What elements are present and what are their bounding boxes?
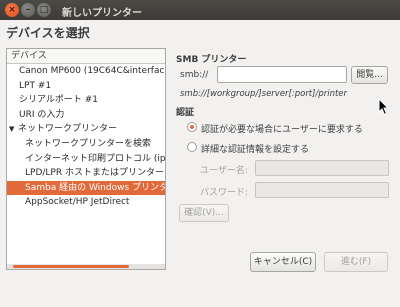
radio-prompt-user-label[interactable]: 認証が必要な場合にユーザーに要求する	[201, 122, 363, 135]
device-list-item-label: Canon MP600 (19C64C&interface	[19, 66, 165, 76]
device-list-item[interactable]: AppSocket/HP JetDirect	[7, 195, 165, 210]
title-bar: × – □ 新しいプリンター	[0, 0, 400, 20]
auth-section-title: 認証	[176, 108, 195, 118]
device-column-header[interactable]: デバイス	[7, 49, 165, 64]
smb-prefix-label: smb://	[180, 70, 209, 80]
smb-address-input[interactable]	[217, 66, 347, 83]
smb-section-title: SMB プリンター	[176, 55, 247, 65]
username-label: ユーザー名:	[200, 166, 248, 176]
device-list-item[interactable]: ネットワークプリンターを検索	[7, 137, 165, 152]
device-list-item-label: AppSocket/HP JetDirect	[25, 197, 130, 208]
device-list-item-label: インターネット印刷プロトコル (ipp	[25, 153, 165, 164]
page-title: デバイスを選択	[6, 26, 90, 40]
device-list-item[interactable]: LPD/LPR ホストまたはプリンター	[7, 166, 165, 181]
tree-group-network-printers[interactable]: ▼ ネットワークプリンター	[7, 122, 165, 137]
close-window-button[interactable]: ×	[5, 3, 19, 17]
window-title: 新しいプリンター	[62, 8, 142, 19]
scrollbar-thumb[interactable]	[13, 265, 129, 268]
device-list-item-label: シリアルポート #1	[19, 95, 99, 106]
radio-set-credentials[interactable]	[187, 142, 197, 152]
horizontal-scrollbar[interactable]	[7, 264, 165, 269]
device-list-item[interactable]: URI の入力	[7, 108, 165, 123]
minimize-window-button[interactable]: –	[21, 3, 35, 17]
radio-prompt-user[interactable]	[187, 122, 197, 132]
device-tree[interactable]: デバイス Canon MP600 (19C64C&interface LPT #1…	[6, 48, 166, 270]
device-list-item-label: Samba 経由の Windows プリンタ	[25, 182, 165, 193]
device-list-item[interactable]: Samba 経由の Windows プリンタ	[7, 180, 165, 196]
device-list-item-label: ネットワークプリンターを検索	[25, 138, 152, 149]
smb-format-hint: smb://[workgroup/]server[:port]/printer	[180, 89, 348, 99]
device-list-item-label: ネットワークプリンター	[18, 124, 118, 135]
device-list-item[interactable]: LPT #1	[7, 79, 165, 94]
expander-arrow-icon[interactable]: ▼	[9, 122, 18, 137]
mouse-pointer-icon	[378, 98, 390, 116]
password-input[interactable]	[255, 182, 389, 198]
username-input[interactable]	[255, 160, 389, 176]
device-list-item-label: URI の入力	[19, 109, 65, 120]
radio-set-credentials-label[interactable]: 詳細な認証情報を設定する	[201, 142, 309, 155]
device-list-item[interactable]: Canon MP600 (19C64C&interface	[7, 64, 165, 79]
device-list-item[interactable]: シリアルポート #1	[7, 93, 165, 108]
password-label: パスワード:	[200, 188, 249, 198]
verify-button[interactable]: 確認(V)...	[179, 204, 229, 222]
maximize-window-button[interactable]: □	[37, 3, 51, 17]
dialog-window: × – □ 新しいプリンター デバイスを選択 デバイス Canon MP600 …	[0, 0, 400, 307]
forward-button[interactable]: 進む(F)	[324, 252, 388, 272]
device-list-item-label: LPD/LPR ホストまたはプリンター	[25, 168, 164, 179]
device-list-item[interactable]: インターネット印刷プロトコル (ipp	[7, 152, 165, 167]
browse-button[interactable]: 閲覧...	[351, 66, 388, 84]
device-list-item-label: LPT #1	[19, 80, 52, 91]
cancel-button[interactable]: キャンセル(C)	[250, 252, 316, 272]
